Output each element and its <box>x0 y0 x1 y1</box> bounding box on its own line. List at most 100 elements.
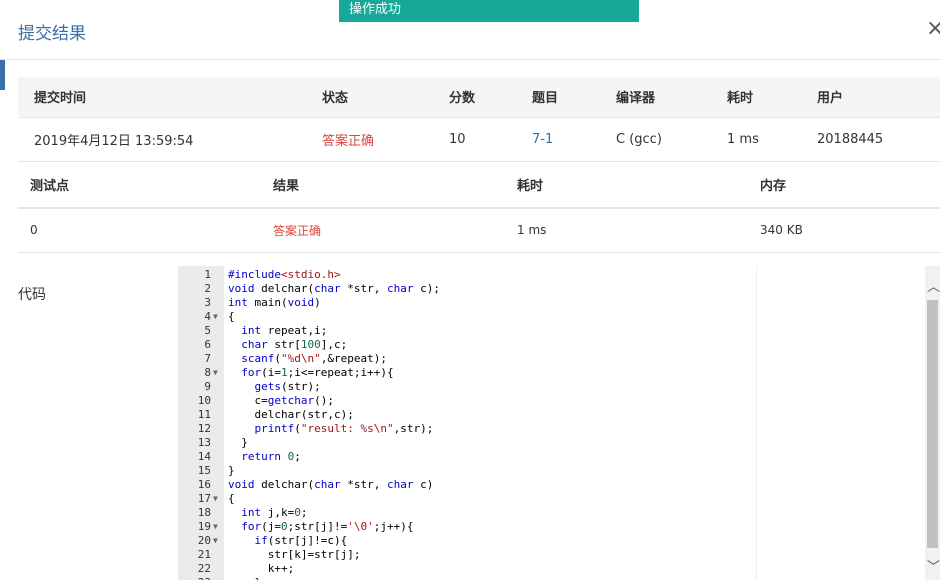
code-text: { <box>228 492 235 505</box>
code-line: 2 void delchar(char *str, char c); <box>178 282 756 296</box>
code-text: { <box>228 310 235 323</box>
code-text: } <box>228 464 235 477</box>
code-text: char str[100],c; <box>241 338 348 351</box>
code-line: 20 ▼ if(str[j]!=c){ <box>178 534 756 548</box>
success-toast: 操作成功 <box>339 0 639 22</box>
code-text: int main(void) <box>228 296 321 309</box>
fold-toggle-icon[interactable]: ▼ <box>213 520 218 534</box>
col-score: 分数 <box>433 77 516 118</box>
code-line: 15} <box>178 464 756 478</box>
close-icon[interactable]: × <box>926 16 940 41</box>
problem-link[interactable]: 7-1 <box>516 117 600 162</box>
line-number: 10 <box>197 394 211 407</box>
code-line: 18 int j,k=0; <box>178 506 756 520</box>
testpoint-table: 测试点 结果 耗时 内存 0 答案正确 1 ms 340 KB <box>18 162 940 253</box>
code-text: void delchar(char *str, char c) <box>228 478 434 491</box>
col-compiler: 编译器 <box>600 77 711 118</box>
line-number: 6 <box>204 338 211 351</box>
table-row: 2019年4月12日 13:59:54 答案正确 10 7-1 C (gcc) … <box>18 117 940 162</box>
col-status: 状态 <box>306 77 433 118</box>
code-text: for(i=1;i<=repeat;i++){ <box>241 366 394 379</box>
fold-toggle-icon[interactable]: ▼ <box>213 492 218 506</box>
scrollbar-thumb[interactable] <box>927 300 938 548</box>
score-cell: 10 <box>433 117 516 162</box>
testpoint-header-row: 测试点 结果 耗时 内存 <box>18 162 940 209</box>
fold-toggle-icon[interactable]: ▼ <box>213 534 218 548</box>
tp-time-cell: 1 ms <box>505 208 748 253</box>
code-text: void delchar(char *str, char c); <box>228 282 440 295</box>
code-line: 8 ▼ for(i=1;i<=repeat;i++){ <box>178 366 756 380</box>
dialog-title: 提交结果 <box>18 24 86 44</box>
line-number: 16 <box>197 478 211 491</box>
code-editor[interactable]: 1 #include<stdio.h> 2 void delchar(char *st… <box>178 266 757 580</box>
line-number: 5 <box>204 324 211 337</box>
code-text: } <box>228 436 248 449</box>
toast-text: 操作成功 <box>349 1 402 17</box>
line-number: 1 <box>204 268 211 281</box>
col-problem: 题目 <box>516 77 600 118</box>
code-line: 9 gets(str); <box>178 380 756 394</box>
code-text: return 0; <box>241 450 301 463</box>
line-number: 3 <box>204 296 211 309</box>
status-cell: 答案正确 <box>306 117 433 162</box>
code-line: 7 scanf("%d\n",&repeat); <box>178 352 756 366</box>
line-number: 19 <box>197 520 211 533</box>
testpoint-cell: 0 <box>18 208 261 253</box>
result-cell: 答案正确 <box>261 208 505 253</box>
line-number: 2 <box>204 282 211 295</box>
code-line: 4 ▼ { <box>178 310 756 324</box>
code-text: } <box>228 576 261 580</box>
code-text: printf("result: %s\n",str); <box>254 422 434 435</box>
line-number: 4 <box>204 310 211 323</box>
editor-scrollbar[interactable]: ︿ ﹀ <box>925 266 940 580</box>
line-number: 13 <box>197 436 211 449</box>
code-line: 13 } <box>178 436 756 450</box>
col-memory: 内存 <box>748 162 940 209</box>
code-line: 17 ▼ { <box>178 492 756 506</box>
line-number: 8 <box>204 366 211 379</box>
col-tp-time: 耗时 <box>505 162 748 209</box>
memory-cell: 340 KB <box>748 208 940 253</box>
code-line: 5 int repeat,i; <box>178 324 756 338</box>
code-text: k++; <box>228 562 295 575</box>
fold-toggle-icon[interactable]: ▼ <box>213 310 218 324</box>
code-line: 3 int main(void) <box>178 296 756 310</box>
col-result: 结果 <box>261 162 505 209</box>
code-line: 6 char str[100],c; <box>178 338 756 352</box>
code-text: gets(str); <box>254 380 321 393</box>
col-time: 耗时 <box>711 77 801 118</box>
code-line: 14 return 0; <box>178 450 756 464</box>
code-line: 1 #include<stdio.h> <box>178 268 756 282</box>
chevron-up-icon[interactable]: ︿ <box>927 276 940 295</box>
col-submit-time: 提交时间 <box>18 77 306 118</box>
fold-toggle-icon[interactable]: ▼ <box>213 366 218 380</box>
line-number: 11 <box>197 408 211 421</box>
code-line: 19 ▼ for(j=0;str[j]!='\0';j++){ <box>178 520 756 534</box>
line-number: 7 <box>204 352 211 365</box>
submit-time-cell: 2019年4月12日 13:59:54 <box>18 117 306 162</box>
code-text: str[k]=str[j]; <box>228 548 361 561</box>
code-text: #include<stdio.h> <box>228 268 341 281</box>
code-label: 代码 <box>18 287 46 303</box>
line-number: 17 <box>197 492 211 505</box>
line-number: 12 <box>197 422 211 435</box>
code-text: scanf("%d\n",&repeat); <box>241 352 387 365</box>
code-text: for(j=0;str[j]!='\0';j++){ <box>241 520 414 533</box>
chevron-down-icon[interactable]: ﹀ <box>927 556 940 575</box>
code-line: 11 delchar(str,c); <box>178 408 756 422</box>
line-number: 15 <box>197 464 211 477</box>
code-line: 23 } <box>178 576 756 580</box>
col-testpoint: 测试点 <box>18 162 261 209</box>
code-line: 22 k++; <box>178 562 756 576</box>
line-number: 23 <box>178 576 211 580</box>
time-cell: 1 ms <box>711 117 801 162</box>
left-accent-strip <box>0 60 5 90</box>
submission-header-row: 提交时间 状态 分数 题目 编译器 耗时 用户 <box>18 77 940 118</box>
col-user: 用户 <box>801 77 940 118</box>
table-row: 0 答案正确 1 ms 340 KB <box>18 208 940 253</box>
code-text: int j,k=0; <box>241 506 308 519</box>
code-text: if(str[j]!=c){ <box>254 534 348 547</box>
code-line: 10 c=getchar(); <box>178 394 756 408</box>
line-number: 9 <box>204 380 211 393</box>
line-number: 21 <box>197 548 211 561</box>
